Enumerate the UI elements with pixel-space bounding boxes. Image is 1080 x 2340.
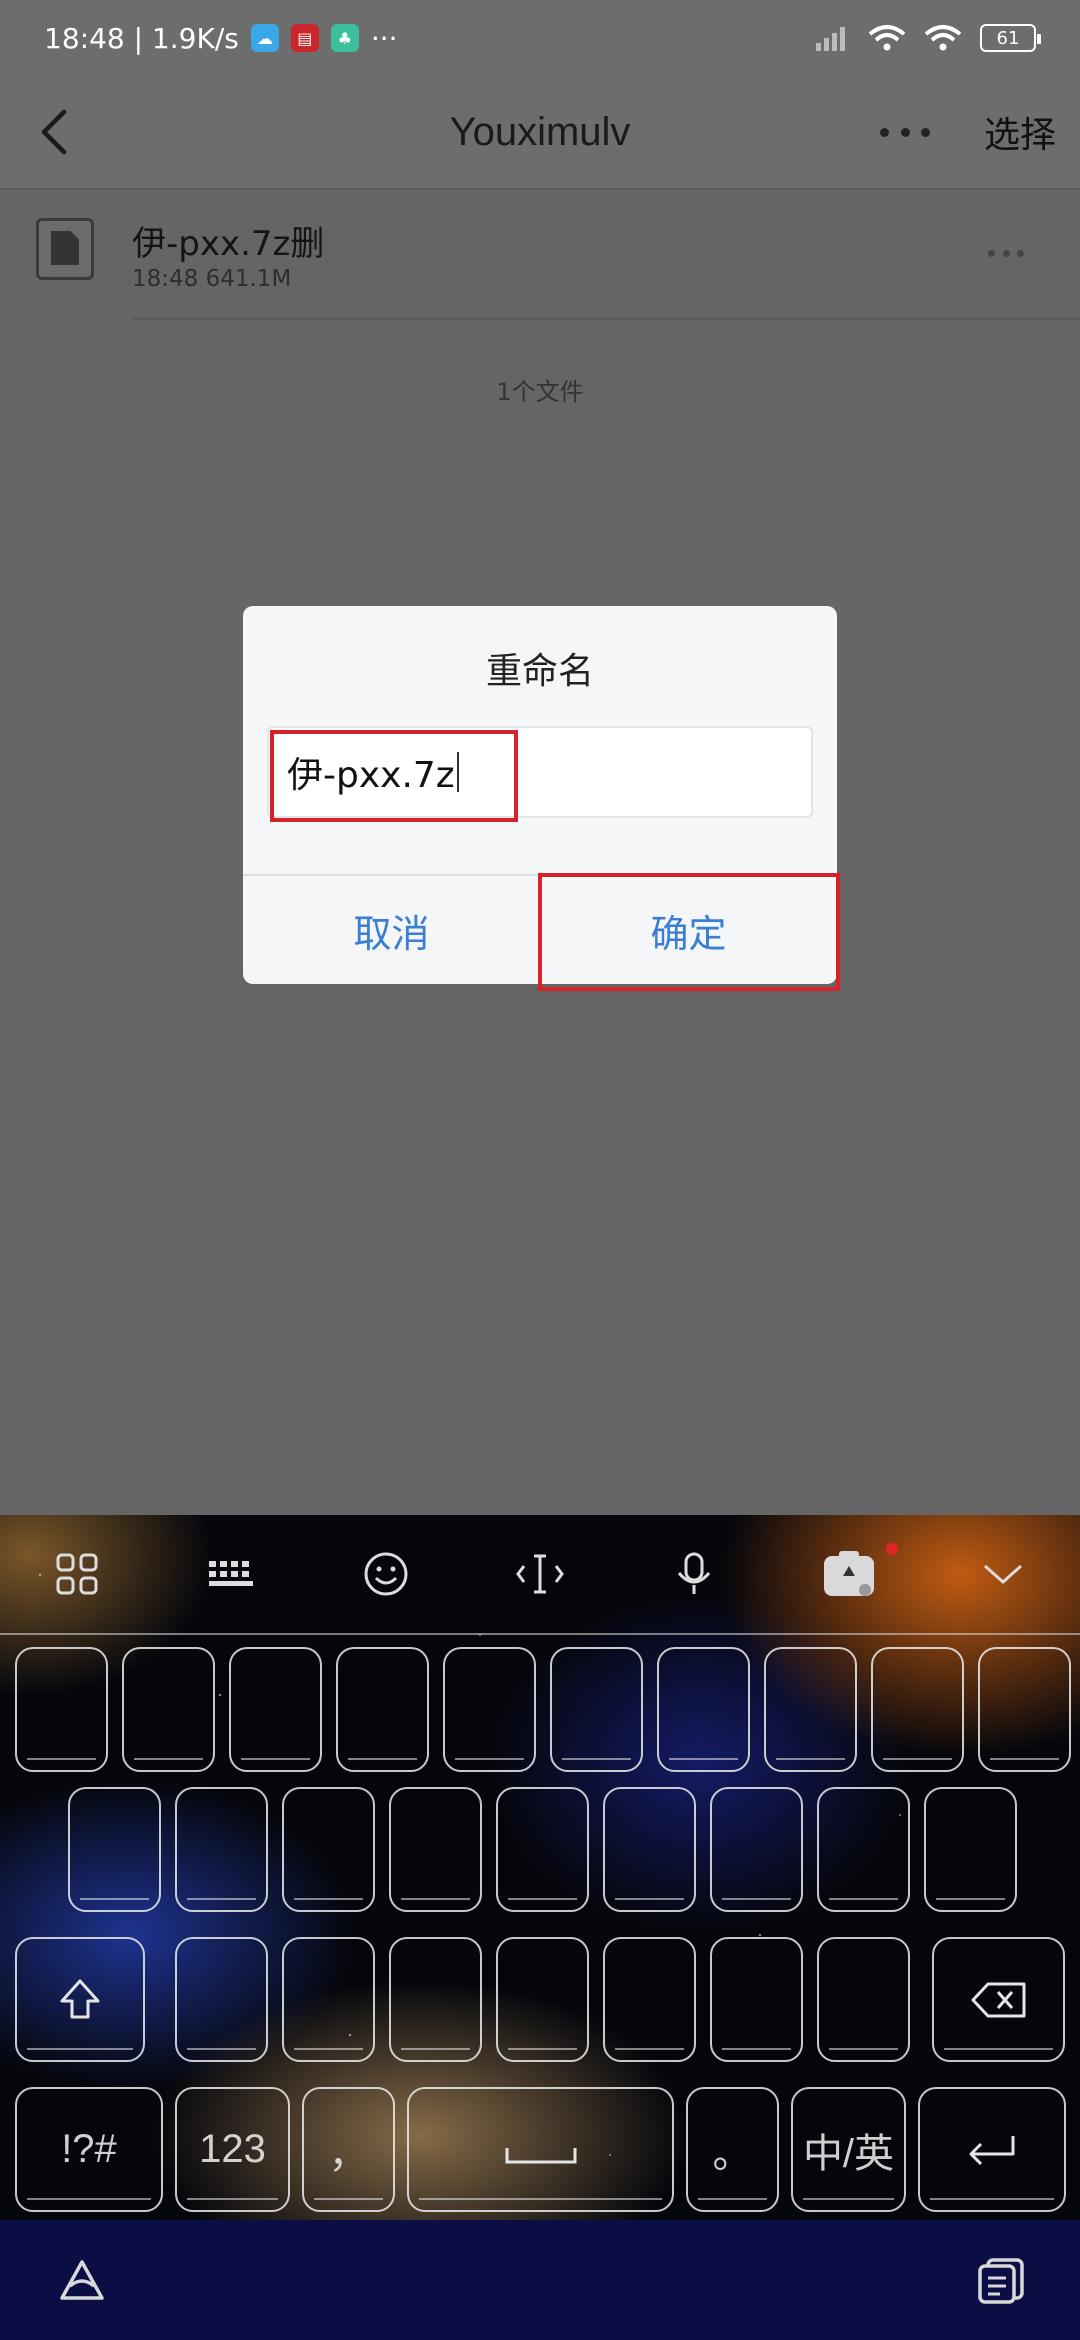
grid-icon[interactable] — [0, 1515, 154, 1633]
backspace-key[interactable] — [932, 1937, 1065, 2062]
keyboard-toolbar — [0, 1515, 1080, 1633]
calendar-app-icon: ▤ — [290, 24, 319, 52]
keyboard-icon[interactable] — [154, 1515, 308, 1633]
input-highlight-box — [270, 730, 518, 822]
notification-dot — [885, 1543, 898, 1555]
select-button[interactable]: 选择 — [984, 106, 1056, 158]
status-bar: 18:48 | 1.9K/s ☁ ▤ ♣ ··· 61 — [0, 0, 1080, 76]
language-switch-key[interactable]: 中/英 — [791, 2087, 906, 2212]
file-list-item[interactable]: 伊-pxx.7z删 18:48 641.1M — [0, 200, 1080, 320]
key-r3-6[interactable] — [710, 1937, 803, 2062]
backspace-icon — [971, 1982, 1025, 2017]
collapse-icon[interactable] — [926, 1515, 1080, 1633]
header-divider — [0, 188, 1080, 190]
file-meta: 18:48 641.1M — [132, 266, 292, 292]
cursor-icon[interactable] — [463, 1515, 617, 1633]
key-r3-3[interactable] — [389, 1937, 482, 2062]
key-r3-4[interactable] — [496, 1937, 589, 2062]
symbols-key[interactable]: !?# — [15, 2087, 163, 2212]
key-r2-1[interactable] — [68, 1787, 161, 1912]
space-key[interactable] — [407, 2087, 674, 2212]
leaf-app-icon: ♣ — [330, 24, 359, 52]
app-header: Youximulv 选择 — [0, 76, 1080, 188]
clipboard-icon[interactable] — [976, 2256, 1026, 2306]
dialog-title: 重命名 — [485, 651, 594, 692]
enter-icon — [969, 2135, 1015, 2165]
key-r1-6[interactable] — [550, 1647, 643, 1772]
key-r3-2[interactable] — [282, 1937, 375, 2062]
more-options-icon[interactable] — [880, 112, 930, 152]
wifi-icon-2 — [924, 25, 962, 51]
key-r2-2[interactable] — [175, 1787, 268, 1912]
status-time-speed: 18:48 | 1.9K/s — [44, 21, 239, 55]
key-r2-8[interactable] — [817, 1787, 910, 1912]
microphone-icon[interactable] — [617, 1515, 771, 1633]
toolbar-divider — [0, 1633, 1080, 1635]
key-r1-1[interactable] — [15, 1647, 108, 1772]
key-r1-4[interactable] — [336, 1647, 429, 1772]
battery-icon: 61 — [980, 24, 1041, 52]
comma-key[interactable]: ， — [302, 2087, 395, 2212]
confirm-highlight-box — [538, 873, 840, 991]
key-r1-10[interactable] — [978, 1647, 1071, 1772]
signal-icon — [816, 27, 845, 51]
shift-icon — [60, 1979, 100, 2018]
key-r2-5[interactable] — [496, 1787, 589, 1912]
key-r2-6[interactable] — [603, 1787, 696, 1912]
key-r1-9[interactable] — [871, 1647, 964, 1772]
numbers-key[interactable]: 123 — [175, 2087, 290, 2212]
system-nav-bar — [0, 2220, 1080, 2340]
file-count: 1个文件 — [496, 378, 584, 406]
key-r2-7[interactable] — [710, 1787, 803, 1912]
key-r2-3[interactable] — [282, 1787, 375, 1912]
cloud-app-icon: ☁ — [250, 24, 279, 52]
cancel-button[interactable]: 取消 — [243, 876, 540, 984]
list-divider — [132, 318, 1080, 320]
emoji-icon[interactable] — [309, 1515, 463, 1633]
key-r2-9[interactable] — [924, 1787, 1017, 1912]
battery-level: 61 — [996, 27, 1020, 49]
space-icon — [505, 2147, 576, 2163]
file-name: 伊-pxx.7z删 — [132, 224, 325, 264]
key-r2-4[interactable] — [389, 1787, 482, 1912]
key-r1-8[interactable] — [764, 1647, 857, 1772]
soft-keyboard: !?# 123 ， 。 中/英 — [0, 1515, 1080, 2220]
enter-key[interactable] — [918, 2087, 1066, 2212]
key-r1-2[interactable] — [122, 1647, 215, 1772]
period-key[interactable]: 。 — [686, 2087, 779, 2212]
shift-key[interactable] — [15, 1937, 145, 2062]
keyboard-logo-icon[interactable] — [56, 2258, 108, 2306]
key-r3-7[interactable] — [817, 1937, 910, 2062]
file-icon — [36, 218, 94, 280]
toolbox-icon[interactable] — [771, 1515, 925, 1633]
key-r3-5[interactable] — [603, 1937, 696, 2062]
key-r1-3[interactable] — [229, 1647, 322, 1772]
wifi-icon — [868, 25, 906, 51]
key-r1-5[interactable] — [443, 1647, 536, 1772]
key-r1-7[interactable] — [657, 1647, 750, 1772]
status-more-dots: ··· — [370, 21, 398, 55]
key-r3-1[interactable] — [175, 1937, 268, 2062]
file-more-icon[interactable] — [988, 250, 1024, 260]
